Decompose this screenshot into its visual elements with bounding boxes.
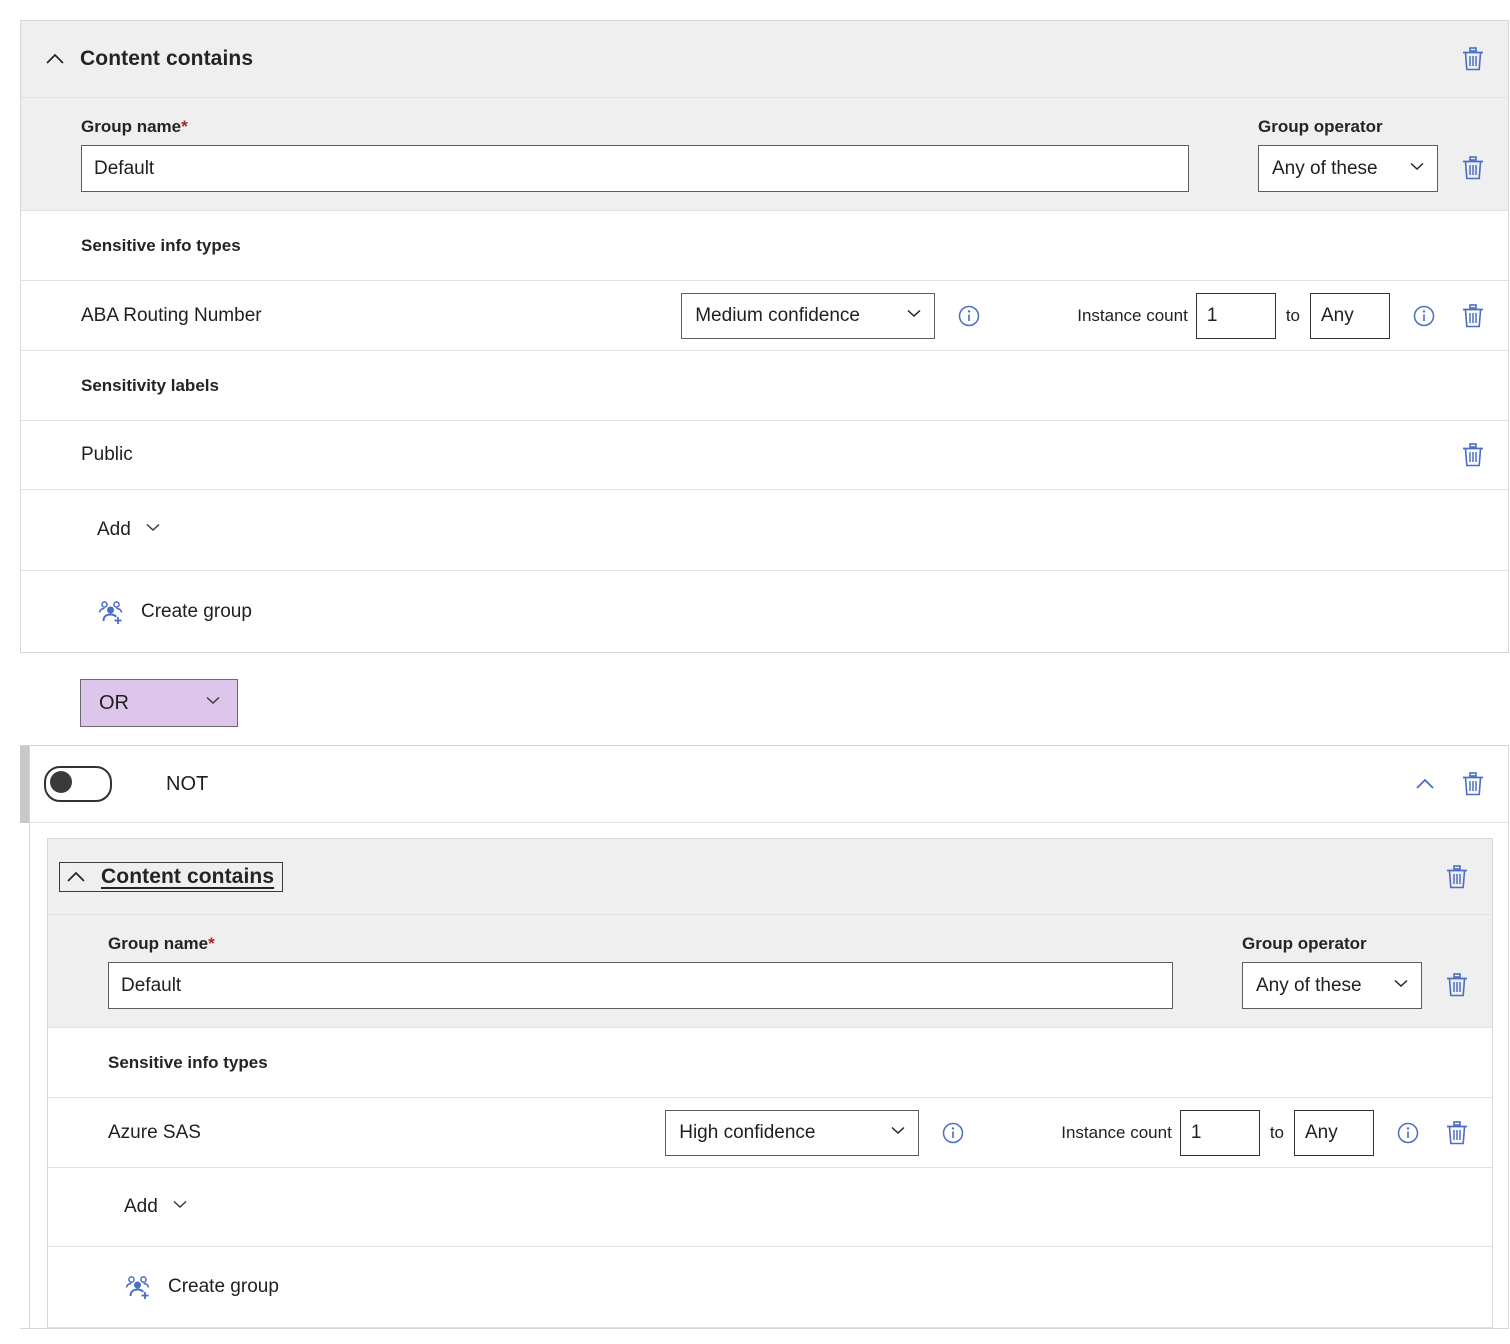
not-toggle[interactable] (44, 766, 112, 802)
instance-min-input[interactable] (1180, 1110, 1260, 1156)
operator-pill-dropdown[interactable]: OR (80, 679, 238, 727)
trash-icon[interactable] (1460, 441, 1486, 469)
group-operator-label: Group operator (1258, 117, 1438, 137)
group-name-label: Group name* (81, 117, 1198, 137)
group-operator-value: Any of these (1272, 158, 1378, 180)
group-operator-label: Group operator (1242, 934, 1422, 954)
trash-icon[interactable] (1444, 971, 1470, 999)
section-heading-row: Sensitive info types (48, 1028, 1492, 1098)
not-bar-wrap: NOT (20, 746, 1508, 823)
label-row: Public (21, 421, 1508, 490)
sit-name: ABA Routing Number (81, 305, 262, 327)
group-operator-value: Any of these (1256, 975, 1362, 997)
sit-name: Azure SAS (108, 1122, 201, 1144)
group-card-title: Content contains (101, 865, 274, 889)
condition-group-card-2: Content contains (47, 838, 1493, 1328)
instance-max-input[interactable] (1294, 1110, 1374, 1156)
group-name-label-text: Group name (108, 934, 208, 953)
instance-to-label: to (1270, 1123, 1284, 1143)
trash-icon[interactable] (1444, 1119, 1470, 1147)
people-add-icon (97, 599, 127, 625)
sit-row: ABA Routing Number Medium confidence Ins… (21, 281, 1508, 351)
instance-min-input[interactable] (1196, 293, 1276, 339)
people-add-icon (124, 1274, 154, 1300)
not-toggle-bar: NOT (29, 746, 1508, 823)
section-heading: Sensitive info types (81, 236, 241, 256)
condition-group-card-1: Content contains Group name* Group opera… (20, 20, 1509, 653)
add-label: Add (124, 1196, 158, 1218)
not-label: NOT (166, 773, 208, 796)
chevron-up-icon[interactable] (1410, 769, 1440, 799)
add-label: Add (97, 519, 131, 541)
add-button[interactable]: Add (97, 517, 163, 543)
group-operator-dropdown[interactable]: Any of these (1258, 145, 1438, 192)
info-icon[interactable] (1396, 1121, 1420, 1145)
create-group-button[interactable]: Create group (124, 1274, 279, 1300)
label-name: Public (81, 444, 133, 466)
confidence-value: Medium confidence (695, 305, 860, 327)
create-group-row: Create group (21, 571, 1508, 652)
info-icon[interactable] (1412, 304, 1436, 328)
trash-icon[interactable] (1460, 154, 1486, 182)
group-operator-dropdown[interactable]: Any of these (1242, 962, 1422, 1009)
required-marker: * (208, 934, 215, 953)
group-card-title: Content contains (80, 47, 253, 71)
not-toggle-knob (50, 771, 72, 793)
info-icon[interactable] (941, 1121, 965, 1145)
group-name-label: Group name* (108, 934, 1182, 954)
operator-pill-value: OR (99, 692, 129, 715)
section-heading: Sensitive info types (108, 1053, 268, 1073)
confidence-dropdown[interactable]: High confidence (665, 1110, 919, 1156)
section-heading-row: Sensitivity labels (21, 351, 1508, 421)
chevron-up-icon (64, 866, 86, 888)
confidence-dropdown[interactable]: Medium confidence (681, 293, 935, 339)
trash-icon[interactable] (1460, 770, 1486, 798)
create-group-label: Create group (141, 601, 252, 623)
chevron-down-icon (1407, 156, 1427, 182)
section-heading: Sensitivity labels (81, 376, 219, 396)
add-row: Add (21, 490, 1508, 571)
chevron-down-icon (143, 517, 163, 543)
group-card-header: Content contains (48, 839, 1492, 915)
group-name-label-text: Group name (81, 117, 181, 136)
add-row: Add (48, 1168, 1492, 1247)
group-card-collapse-button[interactable]: Content contains (59, 862, 283, 892)
instance-count-label: Instance count (1061, 1123, 1172, 1143)
sit-row: Azure SAS High confidence Instance count (48, 1098, 1492, 1168)
chevron-down-icon (203, 690, 223, 716)
trash-icon[interactable] (1460, 45, 1486, 73)
chevron-down-icon (904, 303, 924, 329)
instance-count-label: Instance count (1077, 306, 1188, 326)
confidence-value: High confidence (679, 1122, 815, 1144)
group-name-row: Group name* Group operator Any of these (48, 915, 1492, 1028)
chevron-down-icon (888, 1120, 908, 1146)
group-name-input[interactable] (81, 145, 1189, 192)
instance-max-input[interactable] (1310, 293, 1390, 339)
chevron-down-icon (170, 1194, 190, 1220)
not-block: NOT (20, 745, 1509, 1329)
chevron-down-icon (1391, 973, 1411, 999)
group-card-header[interactable]: Content contains (21, 21, 1508, 98)
section-heading-row: Sensitive info types (21, 211, 1508, 281)
add-button[interactable]: Add (124, 1194, 190, 1220)
chevron-up-icon[interactable] (43, 48, 65, 70)
trash-icon[interactable] (1460, 302, 1486, 330)
not-rail (20, 746, 29, 823)
not-inner-body: Content contains (29, 823, 1508, 1328)
info-icon[interactable] (957, 304, 981, 328)
trash-icon[interactable] (1444, 863, 1470, 891)
group-name-input[interactable] (108, 962, 1173, 1009)
instance-to-label: to (1286, 306, 1300, 326)
create-group-button[interactable]: Create group (97, 599, 252, 625)
group-name-row: Group name* Group operator Any of these (21, 98, 1508, 211)
required-marker: * (181, 117, 188, 136)
create-group-label: Create group (168, 1276, 279, 1298)
create-group-row: Create group (48, 1247, 1492, 1328)
